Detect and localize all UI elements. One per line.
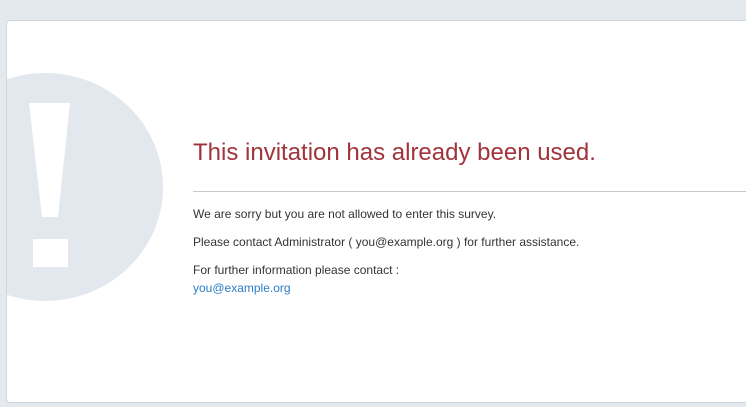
not-allowed-text: We are sorry but you are not allowed to … <box>193 207 497 221</box>
further-info-text: For further information please contact : <box>193 263 400 277</box>
contact-email-link[interactable]: you@example.org <box>193 281 291 295</box>
contact-admin-text: Please contact Administrator ( you@examp… <box>193 235 580 249</box>
error-panel: This invitation has already been used. W… <box>6 20 746 403</box>
exclamation-circle-icon <box>7 73 163 301</box>
page-title: This invitation has already been used. <box>193 139 596 166</box>
divider <box>193 191 746 192</box>
